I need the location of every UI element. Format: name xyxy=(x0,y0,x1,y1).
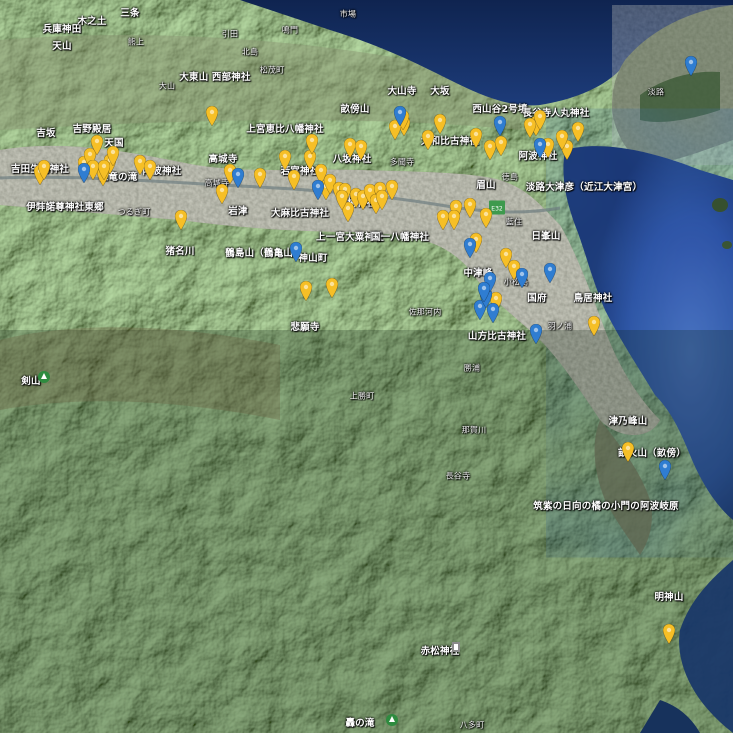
yellow-pin-icon[interactable] xyxy=(288,170,300,190)
blue-pin-icon[interactable] xyxy=(487,303,499,323)
yellow-pin-icon[interactable] xyxy=(254,168,266,188)
yellow-pin-icon[interactable] xyxy=(279,150,291,170)
satellite-map[interactable]: 兵庫神田 木之土 三条 天山 熊上 引田 鳴門 市場 大山 松茂町 北島 大東山… xyxy=(0,0,733,733)
yellow-pin-icon[interactable] xyxy=(556,130,568,150)
blue-pin-icon[interactable] xyxy=(394,106,406,126)
blue-pin-icon[interactable] xyxy=(530,324,542,344)
yellow-pin-icon[interactable] xyxy=(470,128,482,148)
blue-pin-icon[interactable] xyxy=(78,163,90,183)
yellow-pin-icon[interactable] xyxy=(216,184,228,204)
blue-pin-icon[interactable] xyxy=(478,282,490,302)
yellow-pin-icon[interactable] xyxy=(448,210,460,230)
yellow-pin-icon[interactable] xyxy=(434,114,446,134)
yellow-pin-icon[interactable] xyxy=(38,160,50,180)
yellow-pin-icon[interactable] xyxy=(480,208,492,228)
yellow-pin-icon[interactable] xyxy=(422,130,434,150)
terrain-layer xyxy=(0,0,733,733)
blue-pin-icon[interactable] xyxy=(290,242,302,262)
yellow-pin-icon[interactable] xyxy=(500,248,512,268)
blue-pin-icon[interactable] xyxy=(232,168,244,188)
park-marker-icon[interactable] xyxy=(38,370,50,388)
yellow-pin-icon[interactable] xyxy=(495,136,507,156)
blue-pin-icon[interactable] xyxy=(312,180,324,200)
place-marker-icon[interactable] xyxy=(452,639,460,657)
route-badge-label: E32 xyxy=(491,206,503,213)
yellow-pin-icon[interactable] xyxy=(175,210,187,230)
blue-pin-icon[interactable] xyxy=(494,116,506,136)
blue-pin-icon[interactable] xyxy=(534,138,546,158)
yellow-pin-icon[interactable] xyxy=(622,442,634,462)
yellow-pin-icon[interactable] xyxy=(336,190,348,210)
blue-pin-icon[interactable] xyxy=(544,263,556,283)
yellow-pin-icon[interactable] xyxy=(91,135,103,155)
blue-pin-icon[interactable] xyxy=(659,460,671,480)
blue-pin-icon[interactable] xyxy=(685,56,697,76)
yellow-pin-icon[interactable] xyxy=(144,160,156,180)
yellow-pin-icon[interactable] xyxy=(663,624,675,644)
yellow-pin-icon[interactable] xyxy=(524,118,536,138)
yellow-pin-icon[interactable] xyxy=(376,190,388,210)
yellow-pin-icon[interactable] xyxy=(300,281,312,301)
yellow-pin-icon[interactable] xyxy=(588,316,600,336)
blue-pin-icon[interactable] xyxy=(464,238,476,258)
blue-pin-icon[interactable] xyxy=(516,268,528,288)
yellow-pin-icon[interactable] xyxy=(355,140,367,160)
yellow-pin-icon[interactable] xyxy=(107,146,119,166)
yellow-pin-icon[interactable] xyxy=(464,198,476,218)
yellow-pin-icon[interactable] xyxy=(306,134,318,154)
yellow-pin-icon[interactable] xyxy=(326,278,338,298)
park-marker-icon[interactable] xyxy=(386,713,398,731)
yellow-pin-icon[interactable] xyxy=(572,122,584,142)
yellow-pin-icon[interactable] xyxy=(206,106,218,126)
